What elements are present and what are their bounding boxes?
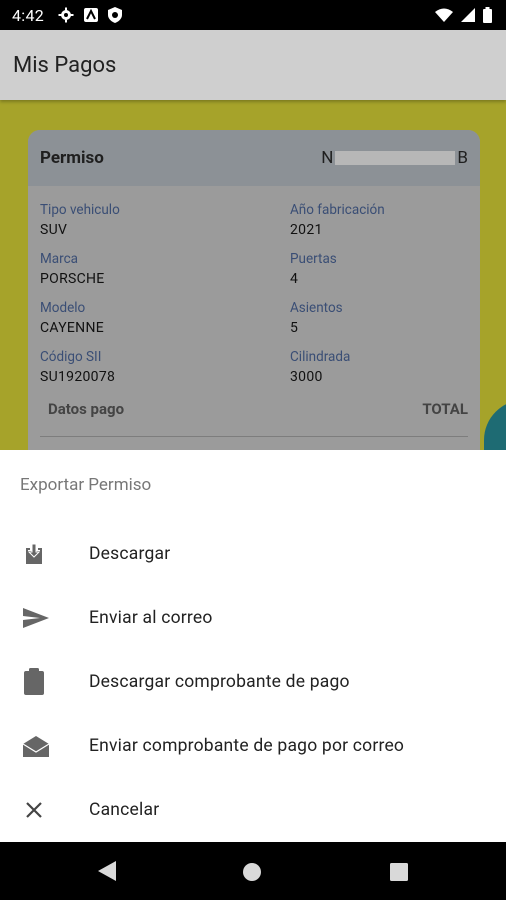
plate-number: N B: [321, 148, 468, 168]
field-label: Modelo: [40, 300, 86, 316]
field-label: Marca: [40, 251, 78, 267]
email-receipt-option[interactable]: Enviar comprobante de pago por correo: [0, 714, 506, 778]
shield-icon: [108, 7, 123, 23]
page-title: Mis Pagos: [13, 52, 117, 78]
back-icon[interactable]: [96, 859, 118, 887]
option-label: Cancelar: [89, 800, 160, 820]
field-cilindrada: Cilindrada 3000: [290, 349, 468, 388]
field-value: SU1920078: [40, 369, 116, 385]
field-puertas: Puertas 4: [290, 251, 468, 290]
mail-open-icon: [0, 734, 89, 758]
field-value: SUV: [40, 222, 68, 238]
battery-icon: [483, 7, 492, 23]
field-ano-fabricacion: Año fabricación 2021: [290, 202, 468, 241]
field-value: 3000: [290, 369, 323, 385]
background-decoration: [484, 400, 506, 450]
datos-pago-label: Datos pago: [48, 400, 125, 418]
field-label: Año fabricación: [290, 202, 385, 218]
field-value: 4: [290, 271, 299, 287]
vehicle-details: Tipo vehiculo SUV Año fabricación 2021 M…: [28, 186, 480, 388]
total-label: TOTAL: [422, 400, 468, 418]
plate-suffix: B: [457, 148, 468, 168]
download-icon: [0, 542, 89, 566]
permit-card[interactable]: Permiso N B Tipo vehiculo SUV Año fabric…: [28, 130, 480, 450]
content-area: Permiso N B Tipo vehiculo SUV Año fabric…: [0, 100, 506, 450]
field-label: Código SII: [40, 349, 102, 365]
recents-icon[interactable]: [389, 862, 409, 886]
settings-icon: [58, 7, 74, 23]
field-label: Tipo vehiculo: [40, 202, 120, 218]
status-time: 4:42: [12, 5, 45, 25]
field-value: PORSCHE: [40, 271, 105, 287]
signal-icon: [461, 8, 475, 22]
field-tipo-vehiculo: Tipo vehiculo SUV: [40, 202, 290, 241]
field-label: Cilindrada: [290, 349, 351, 365]
field-codigo-sii: Código SII SU1920078: [40, 349, 290, 388]
send-email-option[interactable]: Enviar al correo: [0, 586, 506, 650]
download-receipt-option[interactable]: Descargar comprobante de pago: [0, 650, 506, 714]
field-value: 2021: [290, 222, 323, 238]
field-label: Puertas: [290, 251, 337, 267]
export-bottom-sheet: Exportar Permiso Descargar Enviar al cor…: [0, 450, 506, 842]
option-label: Descargar comprobante de pago: [89, 672, 350, 692]
app-notification-icon: [84, 8, 99, 22]
wifi-icon: [435, 8, 453, 22]
clipboard-icon: [0, 668, 89, 696]
field-asientos: Asientos 5: [290, 300, 468, 339]
field-value: 5: [290, 320, 299, 336]
field-modelo: Modelo CAYENNE: [40, 300, 290, 339]
plate-prefix: N: [321, 148, 334, 168]
sheet-title: Exportar Permiso: [20, 475, 152, 495]
close-icon: [0, 798, 89, 822]
navigation-bar: [0, 842, 506, 900]
payment-summary-header: Datos pago TOTAL: [48, 400, 468, 418]
app-bar: Mis Pagos: [0, 30, 506, 100]
send-icon: [0, 606, 89, 630]
cancel-option[interactable]: Cancelar: [0, 778, 506, 842]
plate-redacted: [335, 151, 456, 165]
option-label: Enviar al correo: [89, 608, 213, 628]
card-title: Permiso: [40, 148, 104, 168]
option-label: Descargar: [89, 544, 171, 564]
divider: [40, 436, 468, 437]
card-header: Permiso N B: [28, 130, 480, 186]
download-option[interactable]: Descargar: [0, 522, 506, 586]
status-bar: 4:42: [0, 0, 506, 30]
option-label: Enviar comprobante de pago por correo: [89, 736, 405, 756]
field-marca: Marca PORSCHE: [40, 251, 290, 290]
field-value: CAYENNE: [40, 320, 104, 336]
field-label: Asientos: [290, 300, 343, 316]
home-icon[interactable]: [242, 862, 262, 886]
